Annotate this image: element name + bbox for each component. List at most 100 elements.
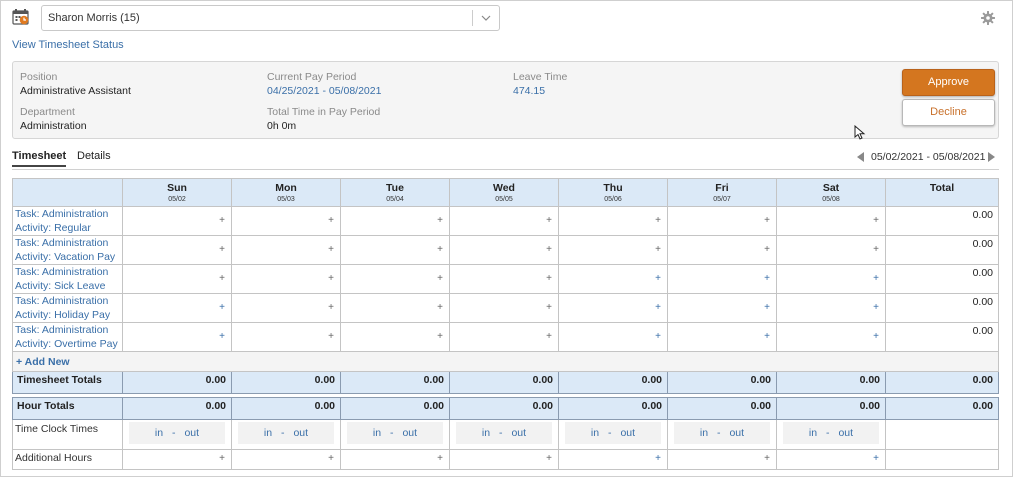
activity-link[interactable]: Activity: Overtime Pay — [13, 337, 122, 351]
day-entry-cell[interactable]: + — [667, 322, 777, 352]
add-time-plus[interactable]: + — [764, 215, 770, 226]
task-link[interactable]: Task: Administration — [13, 323, 122, 337]
day-entry-cell[interactable]: + — [776, 264, 886, 294]
decline-button[interactable]: Decline — [902, 99, 995, 126]
day-entry-cell[interactable]: + — [340, 264, 450, 294]
chevron-down-icon[interactable] — [481, 13, 491, 23]
add-time-plus[interactable]: + — [328, 331, 334, 342]
add-hours-plus[interactable]: + — [764, 453, 770, 464]
day-entry-cell[interactable]: + — [776, 322, 886, 352]
time-clock-box[interactable]: in - out — [783, 422, 879, 444]
add-time-plus[interactable]: + — [764, 273, 770, 284]
add-hours-plus[interactable]: + — [655, 453, 661, 464]
add-time-plus[interactable]: + — [873, 244, 879, 255]
add-time-plus[interactable]: + — [546, 244, 552, 255]
approve-button[interactable]: Approve — [902, 69, 995, 96]
day-entry-cell[interactable]: + — [122, 235, 232, 265]
day-entry-cell[interactable]: + — [340, 235, 450, 265]
clock-in-link[interactable]: in — [264, 427, 272, 439]
add-time-plus[interactable]: + — [546, 215, 552, 226]
clock-out-link[interactable]: out — [511, 427, 526, 439]
clock-out-link[interactable]: out — [402, 427, 417, 439]
view-timesheet-status-link[interactable]: View Timesheet Status — [12, 39, 124, 51]
add-hours-plus[interactable]: + — [328, 453, 334, 464]
clock-in-link[interactable]: in — [700, 427, 708, 439]
clock-in-link[interactable]: in — [809, 427, 817, 439]
add-time-plus[interactable]: + — [437, 331, 443, 342]
add-time-plus[interactable]: + — [655, 302, 661, 313]
add-time-plus[interactable]: + — [437, 273, 443, 284]
add-time-plus[interactable]: + — [873, 273, 879, 284]
add-time-plus[interactable]: + — [328, 244, 334, 255]
timesheet-calendar-icon[interactable] — [12, 8, 30, 26]
add-time-plus[interactable]: + — [219, 331, 225, 342]
day-entry-cell[interactable]: + — [449, 264, 559, 294]
day-entry-cell[interactable]: + — [340, 206, 450, 236]
add-time-plus[interactable]: + — [655, 215, 661, 226]
day-entry-cell[interactable]: + — [231, 293, 341, 323]
additional-hours-cell[interactable]: + — [449, 449, 559, 470]
additional-hours-cell[interactable]: + — [776, 449, 886, 470]
day-entry-cell[interactable]: + — [667, 293, 777, 323]
day-entry-cell[interactable]: + — [776, 293, 886, 323]
add-time-plus[interactable]: + — [219, 302, 225, 313]
add-hours-plus[interactable]: + — [219, 453, 225, 464]
add-new-link[interactable]: + Add New — [13, 356, 70, 368]
clock-in-link[interactable]: in — [373, 427, 381, 439]
activity-link[interactable]: Activity: Vacation Pay — [13, 250, 122, 264]
activity-link[interactable]: Activity: Holiday Pay — [13, 308, 122, 322]
day-entry-cell[interactable]: + — [558, 235, 668, 265]
day-entry-cell[interactable]: + — [558, 293, 668, 323]
add-time-plus[interactable]: + — [546, 302, 552, 313]
time-clock-box[interactable]: in - out — [674, 422, 770, 444]
day-entry-cell[interactable]: + — [558, 206, 668, 236]
clock-in-link[interactable]: in — [591, 427, 599, 439]
time-clock-box[interactable]: in - out — [565, 422, 661, 444]
day-entry-cell[interactable]: + — [340, 322, 450, 352]
clock-in-link[interactable]: in — [482, 427, 490, 439]
add-time-plus[interactable]: + — [873, 302, 879, 313]
clock-out-link[interactable]: out — [838, 427, 853, 439]
day-entry-cell[interactable]: + — [122, 264, 232, 294]
time-clock-box[interactable]: in - out — [238, 422, 334, 444]
next-week-arrow-icon[interactable] — [988, 152, 995, 162]
task-link[interactable]: Task: Administration — [13, 294, 122, 308]
additional-hours-cell[interactable]: + — [340, 449, 450, 470]
add-time-plus[interactable]: + — [873, 331, 879, 342]
add-time-plus[interactable]: + — [219, 215, 225, 226]
tab-details[interactable]: Details — [77, 150, 111, 162]
time-clock-box[interactable]: in - out — [347, 422, 443, 444]
day-entry-cell[interactable]: + — [449, 206, 559, 236]
add-time-plus[interactable]: + — [328, 273, 334, 284]
leave-time-value[interactable]: 474.15 — [513, 85, 545, 97]
add-time-plus[interactable]: + — [873, 215, 879, 226]
add-time-plus[interactable]: + — [764, 244, 770, 255]
add-time-plus[interactable]: + — [655, 244, 661, 255]
add-time-plus[interactable]: + — [437, 302, 443, 313]
employee-select[interactable]: Sharon Morris (15) — [41, 5, 500, 31]
day-entry-cell[interactable]: + — [776, 206, 886, 236]
add-hours-plus[interactable]: + — [873, 453, 879, 464]
day-entry-cell[interactable]: + — [667, 264, 777, 294]
day-entry-cell[interactable]: + — [122, 322, 232, 352]
previous-week-arrow-icon[interactable] — [857, 152, 864, 162]
day-entry-cell[interactable]: + — [231, 206, 341, 236]
add-time-plus[interactable]: + — [546, 331, 552, 342]
day-entry-cell[interactable]: + — [122, 293, 232, 323]
pay-period-value[interactable]: 04/25/2021 - 05/08/2021 — [267, 85, 381, 97]
day-entry-cell[interactable]: + — [231, 322, 341, 352]
task-link[interactable]: Task: Administration — [13, 265, 122, 279]
clock-in-link[interactable]: in — [155, 427, 163, 439]
day-entry-cell[interactable]: + — [340, 293, 450, 323]
clock-out-link[interactable]: out — [620, 427, 635, 439]
add-time-plus[interactable]: + — [655, 331, 661, 342]
additional-hours-cell[interactable]: + — [558, 449, 668, 470]
clock-out-link[interactable]: out — [184, 427, 199, 439]
time-clock-box[interactable]: in - out — [129, 422, 225, 444]
add-hours-plus[interactable]: + — [546, 453, 552, 464]
clock-out-link[interactable]: out — [729, 427, 744, 439]
add-time-plus[interactable]: + — [655, 273, 661, 284]
day-entry-cell[interactable]: + — [231, 235, 341, 265]
add-time-plus[interactable]: + — [328, 302, 334, 313]
additional-hours-cell[interactable]: + — [231, 449, 341, 470]
